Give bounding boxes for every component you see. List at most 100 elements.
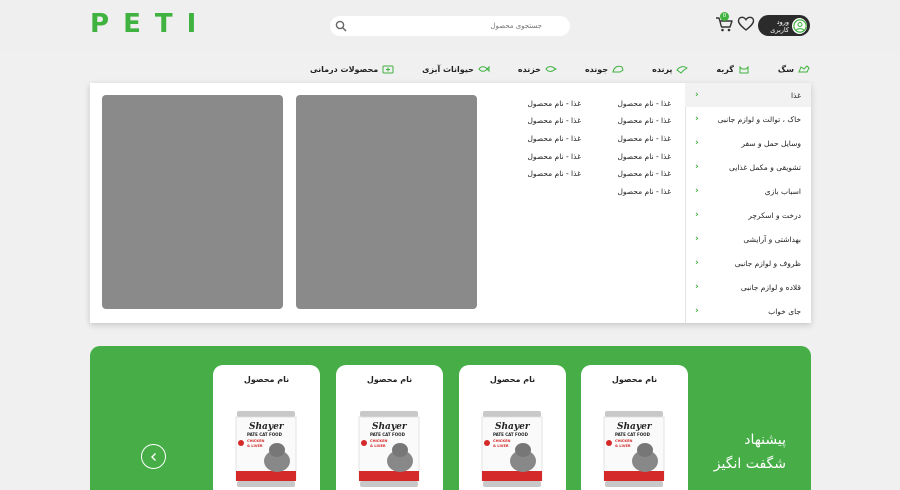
chevron-left-icon (150, 452, 156, 461)
chevron-left-icon: ‹ (695, 282, 699, 292)
product-card[interactable]: نام محصول Shayer PATE CAT FOOD CHICKEN &… (459, 365, 566, 490)
category-label: بهداشتی و آرایشی (743, 234, 801, 244)
can-label: & LIVER (493, 444, 509, 448)
can-label: CHICKEN (370, 439, 387, 443)
logo-letter: I (186, 9, 201, 39)
can-label: & LIVER (615, 444, 631, 448)
category-nav: سگ گربه پرنده جونده خزنده حیوانات آبزی م… (310, 60, 810, 78)
nav-item-rodent[interactable]: جونده (585, 64, 624, 74)
nav-item-label: حیوانات آبزی (422, 64, 474, 74)
nav-item-label: محصولات درمانی (310, 64, 379, 74)
category-item-scratchers[interactable]: درخت و اسکرچر ‹ (685, 203, 811, 227)
medical-kit-icon (382, 65, 394, 74)
bird-icon (676, 66, 689, 74)
cat-food-can-image: Shayer PATE CAT FOOD CHICKEN & LIVER (235, 411, 297, 487)
can-label: & LIVER (370, 444, 386, 448)
chevron-left-icon: ‹ (695, 258, 699, 268)
product-card[interactable]: نام محصول Shayer PATE CAT FOOD CHICKEN &… (336, 365, 443, 490)
chevron-left-icon: ‹ (695, 186, 699, 196)
fish-icon (478, 65, 490, 73)
category-label: ظروف و لوازم جانبی (734, 258, 801, 268)
login-label: ورود کاربری (770, 17, 789, 34)
category-item-hygiene[interactable]: بهداشتی و آرایشی ‹ (685, 227, 811, 251)
category-item-litter[interactable]: خاک ، توالت و لوازم جانبی ‹ (685, 107, 811, 131)
cat-icon (739, 65, 749, 74)
cart-count-badge: 0 (720, 12, 729, 21)
banner-image-placeholder[interactable] (296, 95, 477, 309)
product-card[interactable]: نام محصول Shayer PATE CAT FOOD CHICKEN &… (213, 365, 320, 490)
submenu-link[interactable]: غذا - نام محصول (527, 116, 581, 125)
nav-item-label: جونده (584, 64, 609, 74)
product-card[interactable]: نام محصول Shayer PATE CAT FOOD CHICKEN &… (581, 365, 688, 490)
submenu-link[interactable]: غذا - نام محصول (617, 99, 671, 108)
login-button[interactable]: ورود کاربری (758, 15, 810, 36)
category-item-food[interactable]: غذا ‹ (685, 83, 811, 107)
top-bar: P E T I 0 ورود کاربری (0, 0, 900, 52)
category-label: تشویقی و مکمل غذایی (728, 162, 801, 172)
can-label: CHICKEN (615, 439, 632, 443)
can-label: PATE CAT FOOD (493, 432, 529, 437)
category-label: درخت و اسکرچر (748, 210, 801, 220)
category-label: وسایل حمل و سفر (741, 138, 801, 148)
nav-item-dog[interactable]: سگ (778, 64, 810, 74)
category-item-collars[interactable]: قلاده و لوازم جانبی ‹ (685, 275, 811, 299)
nav-item-bird[interactable]: پرنده (652, 64, 689, 74)
chevron-left-icon: ‹ (695, 114, 699, 124)
submenu-link[interactable]: غذا - نام محصول (527, 99, 581, 108)
heart-icon[interactable] (737, 15, 755, 33)
promo-title: پیشنهاد شگفت انگیز (714, 428, 786, 476)
chevron-left-icon: ‹ (695, 306, 699, 316)
rodent-icon (612, 65, 624, 73)
can-label: CHICKEN (247, 439, 264, 443)
category-item-treats[interactable]: تشویقی و مکمل غذایی ‹ (685, 155, 811, 179)
submenu-link[interactable]: غذا - نام محصول (617, 187, 671, 196)
cat-food-can-image: Shayer PATE CAT FOOD CHICKEN & LIVER (481, 411, 543, 487)
banner-image-placeholder[interactable] (102, 95, 283, 309)
nav-item-label: سگ (777, 64, 794, 74)
nav-item-label: گربه (716, 64, 734, 74)
category-label: خاک ، توالت و لوازم جانبی (717, 114, 801, 124)
promo-title-line: پیشنهاد (744, 432, 786, 448)
submenu-link[interactable]: غذا - نام محصول (617, 116, 671, 125)
submenu-link[interactable]: غذا - نام محصول (617, 134, 671, 143)
category-list: غذا ‹ خاک ، توالت و لوازم جانبی ‹ وسایل … (685, 83, 811, 323)
category-item-beds[interactable]: جای خواب ‹ (685, 299, 811, 323)
can-label: & LIVER (247, 444, 263, 448)
carousel-prev-button[interactable] (141, 444, 166, 469)
nav-item-reptile[interactable]: خزنده (518, 64, 557, 74)
can-label: PATE CAT FOOD (370, 432, 406, 437)
submenu-link[interactable]: غذا - نام محصول (527, 152, 581, 161)
category-label: قلاده و لوازم جانبی (740, 282, 801, 292)
logo-letter: P (90, 9, 114, 39)
submenu-link[interactable]: غذا - نام محصول (617, 152, 671, 161)
cart-button[interactable]: 0 (714, 12, 734, 34)
can-brand: Shayer (495, 422, 531, 432)
logo-letter: E (123, 9, 145, 39)
product-name: نام محصول (489, 375, 536, 384)
nav-item-label: خزنده (517, 64, 541, 74)
nav-item-label: پرنده (652, 64, 673, 74)
amazing-offer-section: پیشنهاد شگفت انگیز نام محصول Shayer PATE… (90, 346, 811, 490)
nav-item-medical[interactable]: محصولات درمانی (310, 64, 394, 74)
submenu-link[interactable]: غذا - نام محصول (527, 134, 581, 143)
product-name: نام محصول (243, 375, 290, 384)
reptile-icon (545, 66, 557, 72)
can-brand: Shayer (372, 422, 408, 432)
can-brand: Shayer (617, 422, 653, 432)
submenu-link[interactable]: غذا - نام محصول (527, 169, 581, 178)
search-input[interactable] (342, 16, 542, 36)
nav-item-aquatic[interactable]: حیوانات آبزی (422, 64, 490, 74)
chevron-left-icon: ‹ (695, 138, 699, 148)
nav-item-cat[interactable]: گربه (716, 64, 749, 74)
can-label: PATE CAT FOOD (615, 432, 651, 437)
user-icon (792, 17, 807, 34)
category-item-bowls[interactable]: ظروف و لوازم جانبی ‹ (685, 251, 811, 275)
dog-icon (798, 65, 810, 73)
submenu-link[interactable]: غذا - نام محصول (617, 169, 671, 178)
category-item-carriers[interactable]: وسایل حمل و سفر ‹ (685, 131, 811, 155)
chevron-left-icon: ‹ (695, 90, 699, 100)
search-bar (330, 16, 570, 36)
category-item-toys[interactable]: اسباب بازی ‹ (685, 179, 811, 203)
mega-menu: غذا ‹ خاک ، توالت و لوازم جانبی ‹ وسایل … (90, 83, 811, 323)
logo[interactable]: P E T I (90, 9, 201, 39)
